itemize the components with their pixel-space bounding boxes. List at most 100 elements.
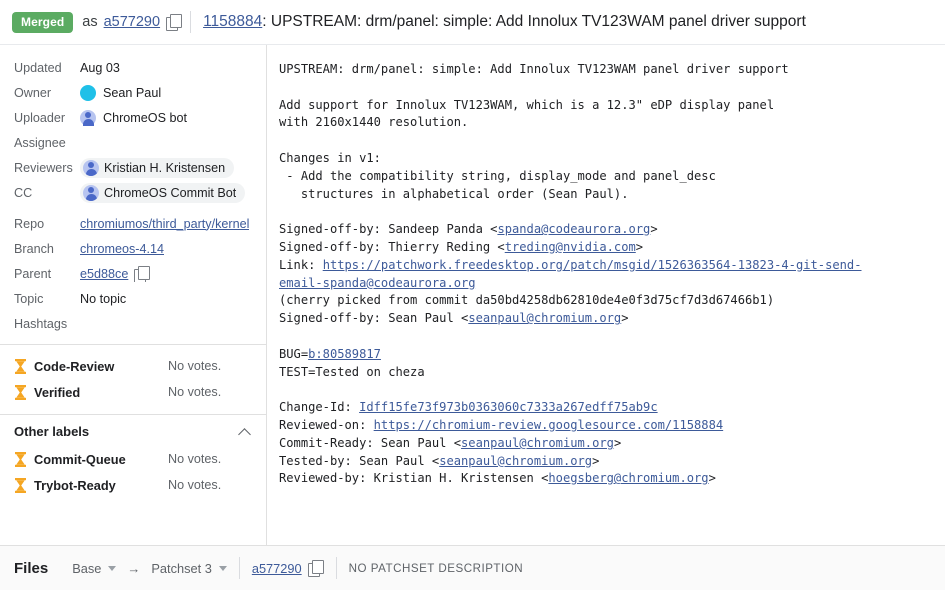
- chevron-down-icon: [219, 566, 227, 571]
- change-number-link[interactable]: 1158884: [203, 13, 262, 30]
- metadata-value: Kristian H. Kristensen: [80, 157, 234, 179]
- target-patchset-label: Patchset 3: [151, 561, 211, 576]
- metadata-value: chromeos-4.14: [80, 241, 164, 257]
- metadata-key: Repo: [14, 216, 80, 232]
- message-link[interactable]: https://chromium-review.googlesource.com…: [374, 418, 724, 432]
- message-link[interactable]: seanpaul@chromium.org: [461, 436, 614, 450]
- metadata-row-assignee: Assignee: [0, 130, 266, 155]
- account-name: ChromeOS bot: [103, 110, 187, 126]
- change-metadata-sidebar: UpdatedAug 03OwnerSean PaulUploaderChrom…: [0, 45, 267, 545]
- header-commit-link[interactable]: a577290: [104, 14, 160, 30]
- label-row[interactable]: Commit-QueueNo votes.: [0, 446, 266, 472]
- footer-commit-link[interactable]: a577290: [252, 561, 302, 576]
- gerrit-change-view: Merged as a577290 1158884: UPSTREAM: drm…: [0, 0, 945, 590]
- message-link[interactable]: seanpaul@chromium.org: [439, 454, 592, 468]
- metadata-row-repo: Repochromiumos/third_party/kernel: [0, 211, 266, 236]
- change-header: Merged as a577290 1158884: UPSTREAM: drm…: [0, 0, 945, 45]
- status-badge-merged: Merged: [12, 12, 73, 33]
- hourglass-icon: [14, 452, 27, 467]
- copy-icon[interactable]: [166, 14, 182, 30]
- chevron-up-icon[interactable]: [238, 425, 252, 439]
- metadata-key: Reviewers: [14, 160, 80, 176]
- label-row[interactable]: Trybot-ReadyNo votes.: [0, 472, 266, 498]
- metadata-link[interactable]: chromeos-4.14: [80, 241, 164, 257]
- message-link[interactable]: seanpaul@chromium.org: [468, 311, 621, 325]
- metadata-key: CC: [14, 185, 80, 201]
- account-chip[interactable]: Kristian H. Kristensen: [80, 158, 234, 178]
- account-name: ChromeOS Commit Bot: [104, 185, 236, 201]
- hourglass-icon: [14, 385, 27, 400]
- avatar: [80, 110, 96, 126]
- chevron-down-icon: [108, 566, 116, 571]
- label-name: Code-Review: [34, 359, 168, 374]
- metadata-key: Branch: [14, 241, 80, 257]
- sidebar-filler: [0, 507, 266, 545]
- copy-icon[interactable]: [134, 266, 150, 282]
- base-patchset-select[interactable]: Base: [72, 561, 116, 576]
- metadata-value: No topic: [80, 291, 126, 307]
- label-row[interactable]: Code-ReviewNo votes.: [0, 353, 266, 379]
- metadata-value: Aug 03: [80, 60, 120, 76]
- metadata-value: ChromeOS Commit Bot: [80, 182, 245, 204]
- metadata-row-parent: Parente5d88ce: [0, 261, 266, 286]
- commit-message-panel: UPSTREAM: drm/panel: simple: Add Innolux…: [267, 45, 945, 545]
- label-name: Verified: [34, 385, 168, 400]
- metadata-table: UpdatedAug 03OwnerSean PaulUploaderChrom…: [0, 45, 266, 344]
- metadata-row-hashtags: Hashtags: [0, 311, 266, 336]
- message-link[interactable]: hoegsberg@chromium.org: [548, 471, 708, 485]
- avatar: [80, 85, 96, 101]
- header-as-label: as: [82, 14, 97, 30]
- metadata-key: Updated: [14, 60, 80, 76]
- label-vote-status: No votes.: [168, 452, 252, 466]
- metadata-link[interactable]: chromiumos/third_party/kernel: [80, 216, 249, 232]
- message-link[interactable]: treding@nvidia.com: [505, 240, 636, 254]
- account-chip[interactable]: ChromeOS Commit Bot: [80, 183, 245, 203]
- metadata-row-reviewers: Reviewers Kristian H. Kristensen: [0, 155, 266, 180]
- account-name: Kristian H. Kristensen: [104, 160, 225, 176]
- metadata-key: Hashtags: [14, 316, 80, 332]
- avatar: [83, 185, 99, 201]
- metadata-row-cc: CC ChromeOS Commit Bot: [0, 180, 266, 205]
- metadata-key: Parent: [14, 266, 80, 282]
- metadata-key: Assignee: [14, 135, 80, 151]
- header-divider: [190, 11, 191, 33]
- metadata-key: Owner: [14, 85, 80, 101]
- label-row[interactable]: VerifiedNo votes.: [0, 379, 266, 405]
- label-name: Trybot-Ready: [34, 478, 168, 493]
- footer-divider-1: [239, 557, 240, 579]
- metadata-row-updated: UpdatedAug 03: [0, 55, 266, 80]
- account-name: Sean Paul: [103, 85, 161, 101]
- metadata-key: Uploader: [14, 110, 80, 126]
- message-link[interactable]: https://patchwork.freedesktop.org/patch/…: [279, 258, 862, 290]
- metadata-key: Topic: [14, 291, 80, 307]
- patchset-description: NO PATCHSET DESCRIPTION: [349, 562, 523, 575]
- commit-message-text: UPSTREAM: drm/panel: simple: Add Innolux…: [279, 61, 931, 488]
- other-labels-title: Other labels: [14, 424, 238, 439]
- message-link[interactable]: b:80589817: [308, 347, 381, 361]
- metadata-row-owner: Owner Sean Paul: [0, 80, 266, 105]
- label-name: Commit-Queue: [34, 452, 168, 467]
- metadata-value: Sean Paul: [80, 85, 161, 101]
- copy-icon[interactable]: [308, 560, 324, 576]
- base-patchset-label: Base: [72, 561, 101, 576]
- change-body: UpdatedAug 03OwnerSean PaulUploaderChrom…: [0, 45, 945, 545]
- other-labels-list: Commit-QueueNo votes.Trybot-ReadyNo vote…: [0, 446, 266, 507]
- primary-labels: Code-ReviewNo votes.VerifiedNo votes.: [0, 345, 266, 414]
- label-vote-status: No votes.: [168, 385, 252, 399]
- metadata-row-uploader: Uploader ChromeOS bot: [0, 105, 266, 130]
- title-separator: :: [262, 13, 271, 30]
- metadata-row-topic: TopicNo topic: [0, 286, 266, 311]
- metadata-value: chromiumos/third_party/kernel: [80, 216, 249, 232]
- change-subject: UPSTREAM: drm/panel: simple: Add Innolux…: [271, 13, 806, 30]
- metadata-value: ChromeOS bot: [80, 110, 187, 126]
- label-vote-status: No votes.: [168, 359, 252, 373]
- avatar: [83, 160, 99, 176]
- target-patchset-select[interactable]: Patchset 3: [151, 561, 226, 576]
- page-title: 1158884: UPSTREAM: drm/panel: simple: Ad…: [203, 13, 806, 31]
- metadata-link[interactable]: e5d88ce: [80, 266, 128, 282]
- label-vote-status: No votes.: [168, 478, 252, 492]
- other-labels-header[interactable]: Other labels: [0, 415, 266, 446]
- message-link[interactable]: spanda@codeaurora.org: [497, 222, 650, 236]
- files-toolbar: Files Base → Patchset 3 a577290 NO PATCH…: [0, 545, 945, 590]
- message-link[interactable]: Idff15fe73f973b0363060c7333a267edff75ab9…: [359, 400, 658, 414]
